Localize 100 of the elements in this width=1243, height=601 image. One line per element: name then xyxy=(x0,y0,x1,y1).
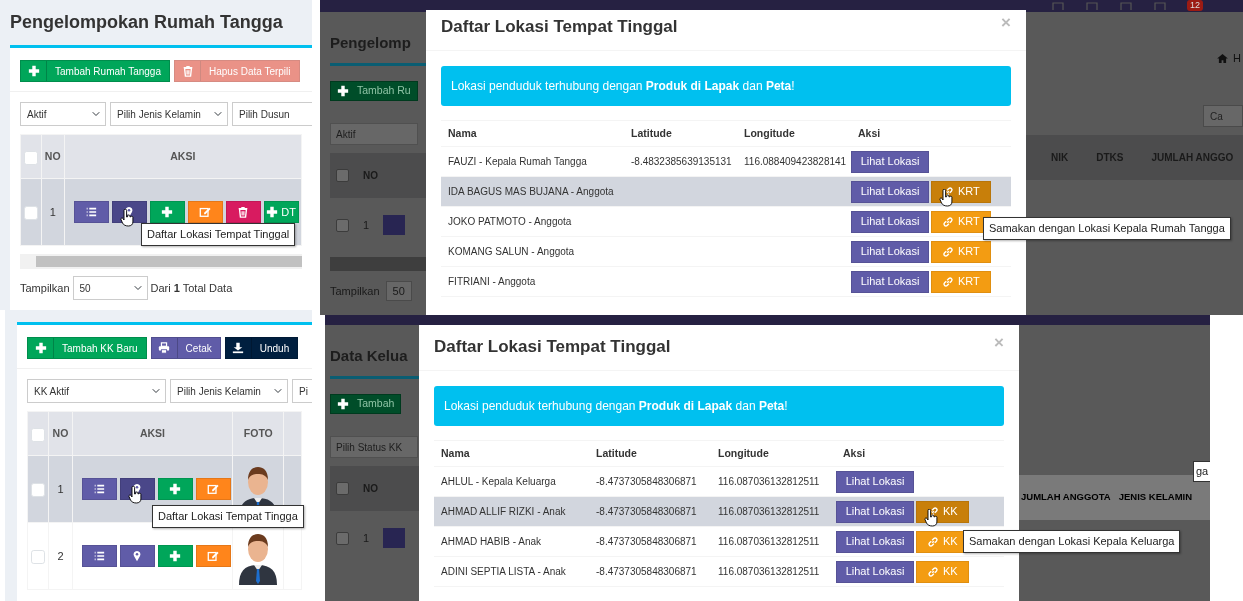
filter-select[interactable]: Pilih Jenis Kelamin xyxy=(110,102,228,126)
page-title: Data Kelua xyxy=(330,346,409,366)
toolbar-icon[interactable] xyxy=(1153,0,1167,10)
table-cell-text: -8.4832385639135131 xyxy=(630,155,733,169)
view-location-button[interactable]: Lihat Lokasi xyxy=(851,240,929,263)
column-header: AKSI xyxy=(64,134,302,179)
filter-select[interactable]: Pi xyxy=(292,379,312,403)
add-button[interactable]: Tambah Rumah Tangga xyxy=(20,60,170,82)
plus-icon xyxy=(337,84,349,97)
plus-icon xyxy=(169,483,182,495)
toolbar-icon[interactable] xyxy=(1051,0,1065,10)
page-size-label: Tampilkan xyxy=(20,280,70,296)
horizontal-scrollbar[interactable] xyxy=(20,254,302,269)
view-location-button[interactable]: Lihat Lokasi xyxy=(836,470,914,493)
filter-select[interactable]: Pilih Status KK xyxy=(330,435,418,458)
print-button[interactable]: Cetak xyxy=(150,337,221,359)
page-size-select[interactable]: 50 xyxy=(72,276,148,300)
link-icon xyxy=(927,565,939,578)
table-cell-text: -8.4737305848306871 xyxy=(595,505,698,519)
modal-title: Daftar Lokasi Tempat Tinggal xyxy=(434,336,671,358)
download-icon xyxy=(232,342,245,354)
filter-select[interactable]: KK Aktif xyxy=(27,379,166,403)
filter-select[interactable]: Pilih Jenis Kelamin xyxy=(170,379,288,403)
view-location-button[interactable]: Lihat Lokasi xyxy=(851,180,929,203)
horizontal-scrollbar[interactable] xyxy=(330,256,426,271)
list-button[interactable] xyxy=(73,201,109,223)
table-cell-text: 1 xyxy=(363,217,370,233)
location-button[interactable] xyxy=(119,545,155,567)
edit-icon xyxy=(207,483,220,495)
filter-select[interactable]: Aktif xyxy=(330,122,418,145)
link-icon xyxy=(942,275,954,288)
plus-icon xyxy=(34,342,47,354)
toolbar-icon[interactable] xyxy=(1119,0,1133,10)
add-button[interactable]: DT xyxy=(263,201,299,223)
filter-select[interactable]: Aktif xyxy=(20,102,106,126)
info-alert: Lokasi penduduk terhubung dengan Produk di Lapak dan Peta! xyxy=(441,66,1011,106)
checkbox[interactable] xyxy=(336,218,349,232)
column-header: AKSI xyxy=(72,411,233,456)
page-size-label: Tampilkan xyxy=(330,283,380,299)
checkbox[interactable] xyxy=(336,481,349,495)
view-location-button[interactable]: Lihat Lokasi xyxy=(836,500,914,523)
filter-select[interactable]: Pilih Dusun xyxy=(232,102,312,126)
view-location-button[interactable]: Lihat Lokasi xyxy=(836,530,914,553)
select-all-checkbox[interactable] xyxy=(23,150,38,165)
link-icon xyxy=(942,245,954,258)
edit-button[interactable] xyxy=(187,201,223,223)
column-header: Aksi xyxy=(857,125,882,141)
checkbox[interactable] xyxy=(336,168,349,182)
add-button[interactable]: Tambah xyxy=(330,393,402,414)
link-icon xyxy=(942,215,954,228)
delete-button[interactable] xyxy=(225,201,261,223)
plus-icon xyxy=(266,206,279,218)
table-cell-text: 116.087036132812511 xyxy=(717,475,821,489)
link-button[interactable]: KK xyxy=(916,500,969,523)
table-cell-text: -8.4737305848306871 xyxy=(595,565,698,579)
view-location-button[interactable]: Lihat Lokasi xyxy=(836,560,914,583)
page-size-select[interactable]: 50 xyxy=(385,280,412,301)
list-button[interactable] xyxy=(81,545,117,567)
breadcrumb-link[interactable]: H xyxy=(1233,50,1241,67)
add-button[interactable] xyxy=(157,478,193,500)
add-button[interactable]: Tambah KK Baru xyxy=(27,337,147,359)
list-icon xyxy=(93,483,106,495)
page-title: Pengelompokan Rumah Tangga xyxy=(9,11,284,34)
checkbox[interactable] xyxy=(336,531,349,545)
column-header: Aksi xyxy=(842,445,867,461)
toolbar-icon[interactable] xyxy=(1085,0,1099,10)
notification-badge: 12 xyxy=(1187,0,1203,11)
table-cell-text: AHMAD HABIB - Anak xyxy=(440,535,543,549)
link-button[interactable]: KRT xyxy=(931,180,991,203)
edit-icon xyxy=(199,206,212,218)
list-button[interactable] xyxy=(81,478,117,500)
row-checkbox[interactable] xyxy=(31,483,46,498)
view-location-button[interactable]: Lihat Lokasi xyxy=(851,210,929,233)
column-header: FOTO xyxy=(232,411,284,456)
table-cell-text: AHLUL - Kepala Keluarga xyxy=(440,475,557,489)
search-field[interactable]: Ca xyxy=(1203,104,1243,127)
plus-icon xyxy=(27,65,40,77)
download-button[interactable]: Unduh xyxy=(224,337,299,359)
row-checkbox[interactable] xyxy=(23,206,38,221)
edit-button[interactable] xyxy=(195,478,231,500)
trash-icon xyxy=(237,206,250,218)
view-location-button[interactable]: Lihat Lokasi xyxy=(851,270,929,293)
tooltip: ga xyxy=(1193,461,1210,482)
edit-button[interactable] xyxy=(195,545,231,567)
plus-icon xyxy=(169,550,182,562)
table-cell-text: IDA BAGUS MAS BUJANA - Anggota xyxy=(447,185,615,199)
column-header: JUMLAH ANGGOTA xyxy=(1021,490,1111,505)
column-header: Longitude xyxy=(743,125,796,141)
table-cell-text: KOMANG SALUN - Anggota xyxy=(447,245,576,259)
add-button[interactable]: Tambah Ru xyxy=(330,80,418,101)
column-header: Nama xyxy=(440,445,471,461)
add-button[interactable] xyxy=(149,201,185,223)
table-cell-text: 1 xyxy=(363,530,370,546)
view-location-button[interactable]: Lihat Lokasi xyxy=(851,150,929,173)
table-cell-text: 116.087036132812511 xyxy=(717,535,821,549)
table-cell-text: FITRIANI - Anggota xyxy=(447,275,537,289)
row-checkbox[interactable] xyxy=(31,550,46,565)
select-all-checkbox[interactable] xyxy=(31,427,46,442)
table-cell-text: JOKO PATMOTO - Anggota xyxy=(447,215,573,229)
add-button[interactable] xyxy=(157,545,193,567)
